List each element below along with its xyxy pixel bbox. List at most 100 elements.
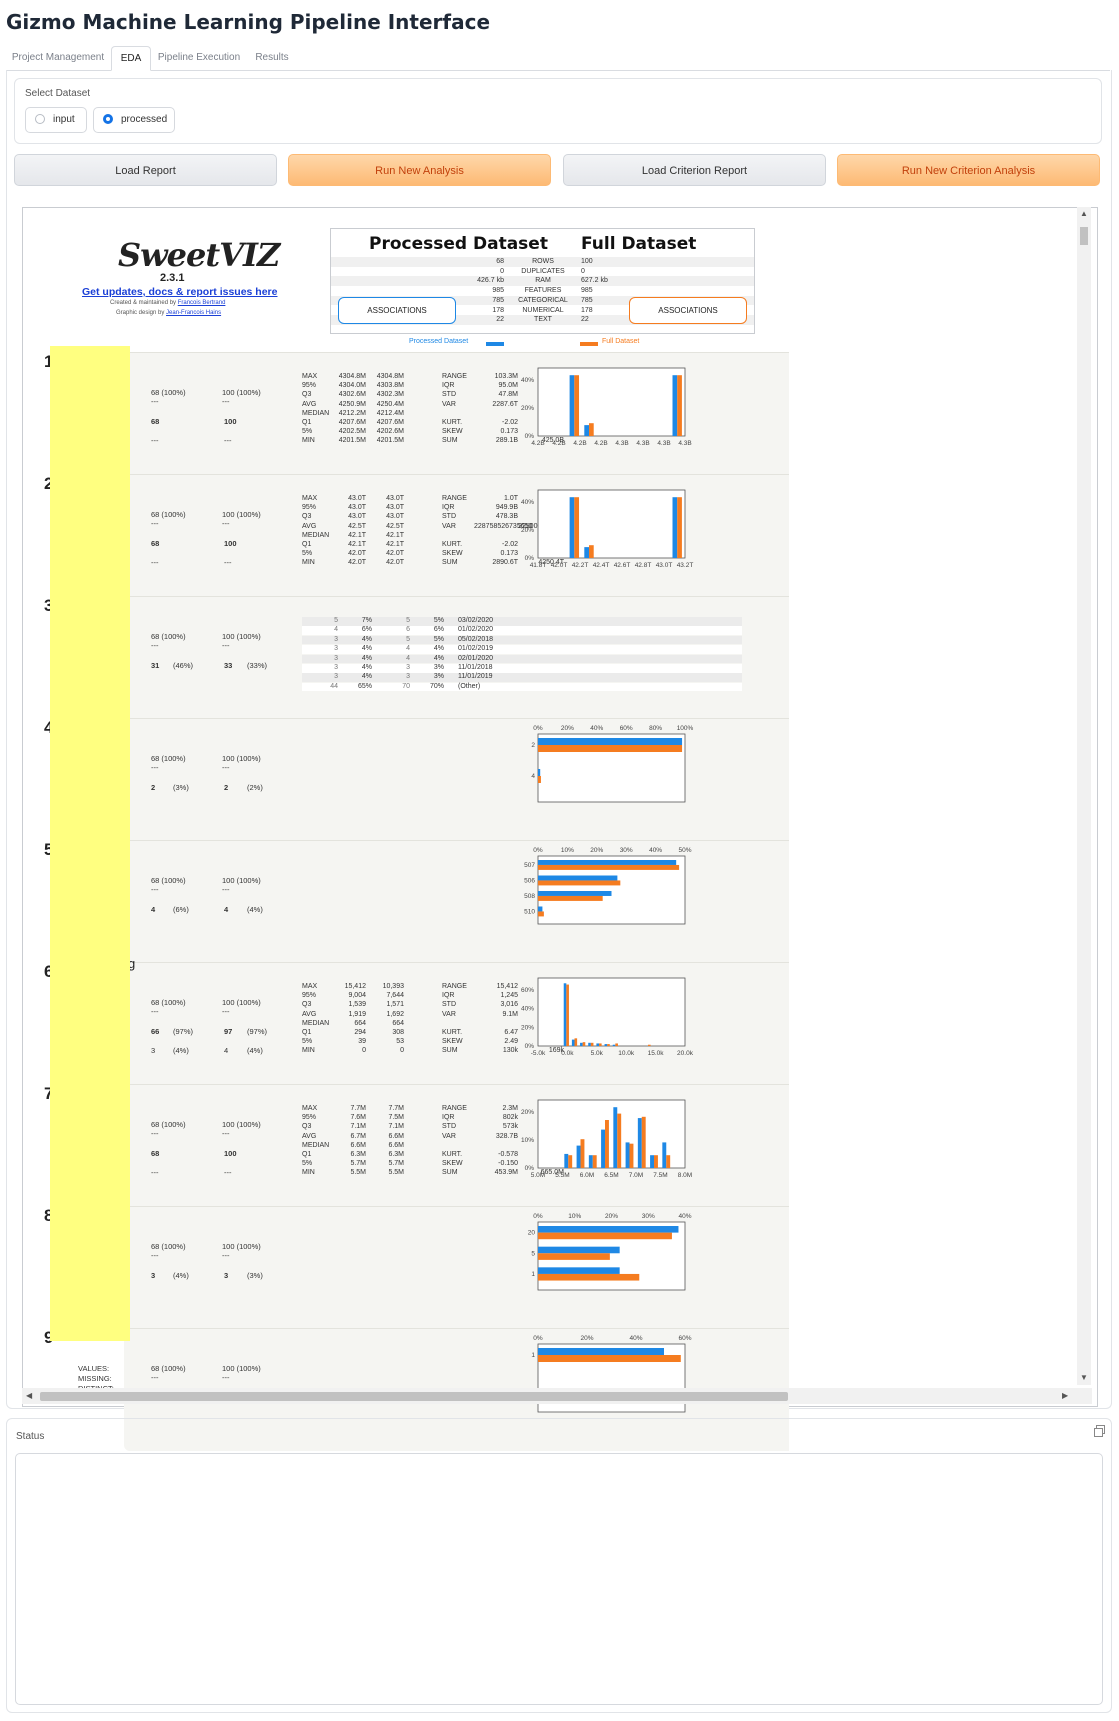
vertical-scroll-thumb[interactable] — [1080, 227, 1088, 245]
stat-label: MAX — [302, 983, 318, 990]
bar-full — [538, 895, 603, 901]
credit-link[interactable]: Francois Bertrand — [178, 300, 226, 306]
missing-full: --- — [222, 1129, 230, 1138]
stat-label: MIN — [302, 1169, 315, 1177]
feature-block: 7 68 (100%) 100 (100%) --- --- 68 100 --- --- MAX… — [44, 1084, 789, 1207]
scroll-down-icon[interactable]: ▼ — [1080, 1373, 1088, 1382]
load-criterion-report-button[interactable]: Load Criterion Report — [563, 154, 826, 186]
stat-label: 95% — [302, 1114, 317, 1122]
stat-label: IQR — [442, 1114, 455, 1122]
bar-full — [641, 1116, 646, 1168]
associations-button-processed[interactable]: ASSOCIATIONS — [338, 297, 456, 324]
values-full: 100 (100%) — [222, 998, 261, 1007]
x-tick-label: 10% — [561, 847, 574, 854]
bar-processed — [538, 1246, 620, 1254]
stat-processed: -2.02 — [502, 541, 518, 548]
y-tick-label: 40% — [521, 499, 534, 506]
stat-processed: 7.7M — [350, 1105, 366, 1112]
freq-pct-full: 4% — [433, 654, 444, 662]
credit-link[interactable]: Jean-Francois Hains — [166, 310, 221, 316]
x-tick-label: 42.8T — [635, 562, 652, 569]
stat-processed: 4304.8M — [338, 373, 366, 380]
stat-full: 43.0T — [386, 513, 404, 521]
x-tick-label: 41.8T — [530, 562, 547, 569]
missing-processed: --- — [151, 397, 159, 406]
run-new-analysis-button[interactable]: Run New Analysis — [288, 154, 551, 186]
scroll-right-icon[interactable]: ▶ — [1062, 1391, 1068, 1400]
summary-row: 426.7 kb RAM 627.2 kb — [331, 276, 754, 286]
stat-label: SKEW — [442, 1160, 463, 1168]
freq-count-full: 3 — [406, 673, 410, 681]
values-processed: 68 (100%) — [151, 632, 186, 641]
stat-processed: 0 — [362, 1047, 366, 1055]
x-tick-label: 40% — [590, 725, 603, 732]
count-label: MISSING: — [78, 1374, 112, 1383]
summary-full-value: 627.2 kb — [581, 277, 608, 285]
stat-label: RANGE — [442, 983, 467, 990]
bar-processed — [569, 497, 575, 558]
stat-label: SKEW — [442, 550, 463, 558]
freq-pct-full: 5% — [433, 635, 444, 643]
vertical-scrollbar[interactable]: ▲ ▼ — [1077, 207, 1091, 1385]
feature-block: 6 g 68 (100%) 100 (100%) --- --- 66 97 (97%) (97%… — [44, 956, 789, 1085]
scroll-up-icon[interactable]: ▲ — [1080, 209, 1088, 218]
stat-label: MIN — [302, 437, 315, 445]
stat-label: Q1 — [302, 1029, 312, 1036]
tab-pipeline-execution[interactable]: Pipeline Execution — [156, 46, 242, 69]
sweetviz-docs-link[interactable]: Get updates, docs & report issues here — [82, 286, 277, 298]
feature-chart: 20% 10% 0%5.0M 5.5M 6.0M 6.5M 7.0M 7.5M 8.0M — [521, 1099, 692, 1179]
freq-pct-processed: 4% — [361, 635, 372, 643]
freq-value: 01/02/2020 — [458, 626, 494, 634]
radio-input[interactable]: input — [25, 107, 87, 133]
stat-full: 5.7M — [388, 1160, 404, 1168]
distinct-pct-processed: (6%) — [173, 905, 189, 914]
tab-eda[interactable]: EDA — [111, 46, 151, 71]
freq-pct-full: 3% — [433, 673, 444, 681]
bar-full — [648, 1044, 651, 1046]
load-report-button[interactable]: Load Report — [14, 154, 277, 186]
category-label: 506 — [524, 877, 535, 884]
tab-results[interactable]: Results — [250, 46, 294, 69]
stat-full: 5.5M — [388, 1169, 404, 1177]
stat-label: 95% — [302, 992, 317, 1000]
stat-full: 0 — [400, 1047, 404, 1055]
stat-label: IQR — [442, 992, 455, 1000]
y-tick-label: 20% — [521, 527, 534, 534]
x-tick-label: 15.0k — [648, 1050, 665, 1057]
credit-line-2: Graphic design by Jean-Francois Hains — [116, 310, 221, 316]
missing-processed: --- — [151, 1373, 159, 1382]
distinct-pct-full: (4%) — [247, 905, 263, 914]
stat-processed: 289.1B — [495, 437, 518, 445]
status-textarea[interactable] — [15, 1453, 1103, 1705]
associations-button-full[interactable]: ASSOCIATIONS — [629, 297, 747, 324]
missing-full: --- — [222, 1251, 230, 1260]
stat-full: 53 — [396, 1038, 404, 1046]
stat-full: 42.1T — [386, 531, 404, 539]
radio-processed[interactable]: processed — [93, 107, 175, 133]
horizontal-scroll-thumb[interactable] — [40, 1392, 788, 1401]
stat-processed: 949.9B — [495, 504, 518, 512]
bar-full — [590, 1042, 594, 1046]
values-processed: 68 (100%) — [151, 1364, 186, 1373]
stat-full: 1,571 — [386, 1001, 404, 1009]
chart-frame — [537, 489, 686, 559]
missing-processed: --- — [151, 763, 159, 772]
y-tick-label: 0% — [525, 1165, 535, 1172]
stat-full: 10,393 — [382, 983, 404, 990]
chart-frame — [537, 977, 686, 1047]
x-tick-label: 60% — [678, 1335, 691, 1342]
stat-full: 1,692 — [386, 1010, 404, 1018]
copy-icon[interactable] — [1094, 1425, 1105, 1437]
distinct-pct-full: (2%) — [247, 783, 263, 792]
values-full: 100 (100%) — [222, 388, 261, 397]
horizontal-scrollbar[interactable]: ◀ ▶ — [22, 1388, 1092, 1404]
bar-processed — [538, 906, 543, 912]
stat-full: 43.0T — [386, 495, 404, 502]
run-new-criterion-analysis-button[interactable]: Run New Criterion Analysis — [837, 154, 1100, 186]
stat-full: 4304.8M — [376, 373, 404, 380]
scroll-left-icon[interactable]: ◀ — [26, 1391, 32, 1400]
x-tick-label: 42.4T — [593, 562, 610, 569]
tab-project-management[interactable]: Project Management — [10, 46, 106, 69]
bar-processed — [613, 1107, 618, 1168]
distinct-pct-processed: (97%) — [173, 1027, 194, 1036]
